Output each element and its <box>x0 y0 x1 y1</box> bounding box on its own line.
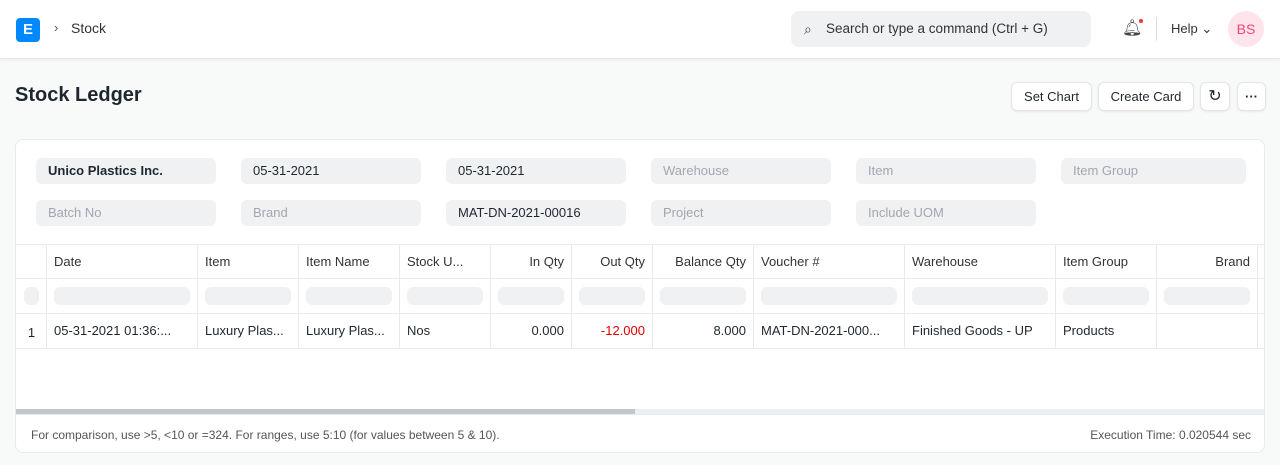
column-filter-input[interactable] <box>579 287 645 305</box>
column-filter-input[interactable] <box>660 287 746 305</box>
create-card-button[interactable]: Create Card <box>1098 82 1194 111</box>
filter-hint: For comparison, use >5, <10 or =324. For… <box>31 428 500 442</box>
navbar: E › Stock ⌕ Search or type a command (Ctr… <box>0 0 1280 59</box>
column-filter-cell <box>905 279 1056 313</box>
cell-out_qty[interactable]: -12.000 <box>572 314 653 348</box>
column-filter-input[interactable] <box>1164 287 1250 305</box>
column-header[interactable]: Date <box>47 245 198 278</box>
filter-row <box>16 279 1264 314</box>
cell-item_name[interactable]: Luxury Plas... <box>299 314 400 348</box>
batch-no-filter[interactable]: Batch No <box>36 200 216 226</box>
column-filter-cell <box>1056 279 1157 313</box>
column-header[interactable]: Voucher # <box>754 245 905 278</box>
column-filter-input[interactable] <box>912 287 1048 305</box>
report-card: Unico Plastics Inc. 05-31-2021 05-31-202… <box>15 139 1265 453</box>
cell-date[interactable]: 05-31-2021 01:36:... <box>47 314 198 348</box>
cell-in_qty[interactable]: 0.000 <box>491 314 572 348</box>
search-icon: ⌕ <box>804 21 812 37</box>
column-header[interactable]: Warehouse <box>905 245 1056 278</box>
warehouse-filter[interactable]: Warehouse <box>651 158 831 184</box>
column-filter-cell <box>491 279 572 313</box>
column-filter-cell <box>47 279 198 313</box>
execution-time: Execution Time: 0.020544 sec <box>1090 428 1251 442</box>
report-footer: For comparison, use >5, <10 or =324. For… <box>16 414 1264 452</box>
company-filter[interactable]: Unico Plastics Inc. <box>36 158 216 184</box>
table-header: Date Item Item Name Stock U... In Qty Out Qty… <box>16 244 1264 279</box>
cell-item_group[interactable]: Products <box>1056 314 1157 348</box>
column-filter-input[interactable] <box>205 287 291 305</box>
chevron-down-icon: ⌄ <box>1201 21 1213 36</box>
search-input[interactable]: ⌕ Search or type a command (Ctrl + G) <box>791 11 1091 47</box>
column-filter-input[interactable] <box>1063 287 1149 305</box>
column-header[interactable]: Item Group <box>1056 245 1157 278</box>
column-header[interactable]: Item <box>198 245 299 278</box>
column-filter-cell <box>17 279 47 313</box>
column-filter-cell <box>299 279 400 313</box>
column-header[interactable]: In Qty <box>491 245 572 278</box>
cell-brand[interactable] <box>1157 314 1258 348</box>
column-filter-cell <box>653 279 754 313</box>
notification-bell-icon[interactable]: 🔔︎ <box>1122 18 1144 38</box>
voucher-no-filter[interactable]: MAT-DN-2021-00016 <box>446 200 626 226</box>
help-dropdown[interactable]: Help ⌄ <box>1171 21 1212 37</box>
to-date-filter[interactable]: 05-31-2021 <box>446 158 626 184</box>
column-filter-input[interactable] <box>306 287 392 305</box>
brand-filter[interactable]: Brand <box>241 200 421 226</box>
column-header[interactable]: Out Qty <box>572 245 653 278</box>
cell-warehouse[interactable]: Finished Goods - UP <box>905 314 1056 348</box>
column-filter-cell <box>572 279 653 313</box>
item-group-filter[interactable]: Item Group <box>1061 158 1246 184</box>
app-logo[interactable]: E <box>16 18 40 42</box>
column-filter-input[interactable] <box>498 287 564 305</box>
breadcrumb-stock[interactable]: Stock <box>71 20 106 36</box>
notification-dot <box>1139 19 1144 23</box>
table-row[interactable]: 1 05-31-2021 01:36:... Luxury Plas... Luxur… <box>16 314 1264 349</box>
column-header[interactable]: Stock U... <box>400 245 491 278</box>
cell-n[interactable]: 1 <box>17 314 47 348</box>
column-filter-input[interactable] <box>761 287 897 305</box>
from-date-filter[interactable]: 05-31-2021 <box>241 158 421 184</box>
cell-balance[interactable]: 8.000 <box>653 314 754 348</box>
column-filter-cell <box>1157 279 1258 313</box>
column-filter-input[interactable] <box>24 287 39 305</box>
project-filter[interactable]: Project <box>651 200 831 226</box>
item-filter[interactable]: Item <box>856 158 1036 184</box>
page-title: Stock Ledger <box>15 84 142 106</box>
column-header[interactable]: Brand <box>1157 245 1258 278</box>
more-options-icon[interactable]: ··· <box>1237 82 1266 111</box>
cell-voucher[interactable]: MAT-DN-2021-000... <box>754 314 905 348</box>
column-header[interactable]: Balance Qty <box>653 245 754 278</box>
help-label: Help <box>1171 21 1198 36</box>
column-filter-input[interactable] <box>407 287 483 305</box>
set-chart-button[interactable]: Set Chart <box>1011 82 1092 111</box>
row-number-header <box>17 245 47 278</box>
column-filter-cell <box>754 279 905 313</box>
avatar[interactable]: BS <box>1228 11 1264 47</box>
refresh-icon[interactable]: ↻ <box>1200 82 1230 111</box>
chevron-right-icon: › <box>54 20 59 35</box>
divider <box>1156 17 1157 41</box>
search-placeholder: Search or type a command (Ctrl + G) <box>826 21 1048 36</box>
cell-item[interactable]: Luxury Plas... <box>198 314 299 348</box>
include-uom-filter[interactable]: Include UOM <box>856 200 1036 226</box>
column-filter-input[interactable] <box>54 287 190 305</box>
cell-uom[interactable]: Nos <box>400 314 491 348</box>
column-filter-cell <box>400 279 491 313</box>
column-header[interactable]: Item Name <box>299 245 400 278</box>
column-filter-cell <box>198 279 299 313</box>
